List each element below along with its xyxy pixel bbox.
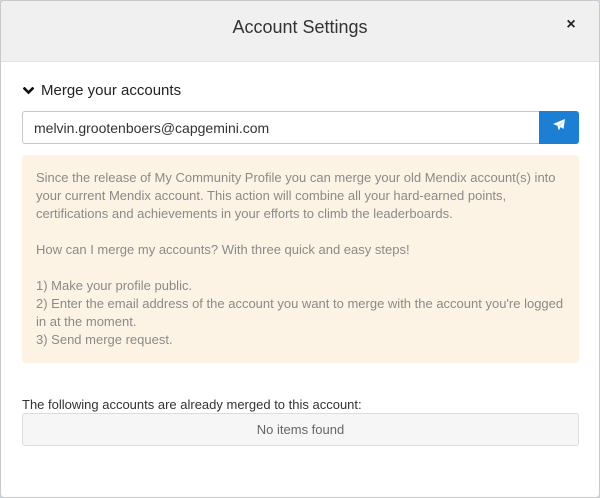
- close-button[interactable]: ×: [563, 15, 579, 35]
- merge-email-input[interactable]: [22, 111, 539, 144]
- merge-email-row: [22, 111, 579, 144]
- merge-accounts-heading: Merge your accounts: [41, 82, 182, 99]
- dialog-title: Account Settings: [232, 17, 368, 37]
- merge-info-panel: Since the release of My Community Profil…: [22, 155, 579, 363]
- merged-accounts-label: The following accounts are already merge…: [22, 397, 362, 412]
- merge-accounts-toggle[interactable]: Merge your accounts: [23, 82, 181, 99]
- merged-accounts-list: No items found: [22, 413, 579, 446]
- info-step-1: 1) Make your profile public.: [36, 278, 193, 293]
- chevron-down-icon: [23, 86, 34, 95]
- account-settings-dialog: Account Settings × Merge your accounts S…: [0, 0, 600, 498]
- dialog-header: Account Settings ×: [1, 1, 599, 62]
- paper-plane-icon: [552, 118, 566, 137]
- send-merge-request-button[interactable]: [539, 111, 579, 144]
- info-step-3: 3) Send merge request.: [36, 332, 173, 347]
- info-paragraph: Since the release of My Community Profil…: [36, 170, 556, 221]
- info-question: How can I merge my accounts? With three …: [36, 242, 410, 257]
- info-step-2: 2) Enter the email address of the accoun…: [36, 296, 564, 329]
- empty-list-message: No items found: [256, 422, 345, 437]
